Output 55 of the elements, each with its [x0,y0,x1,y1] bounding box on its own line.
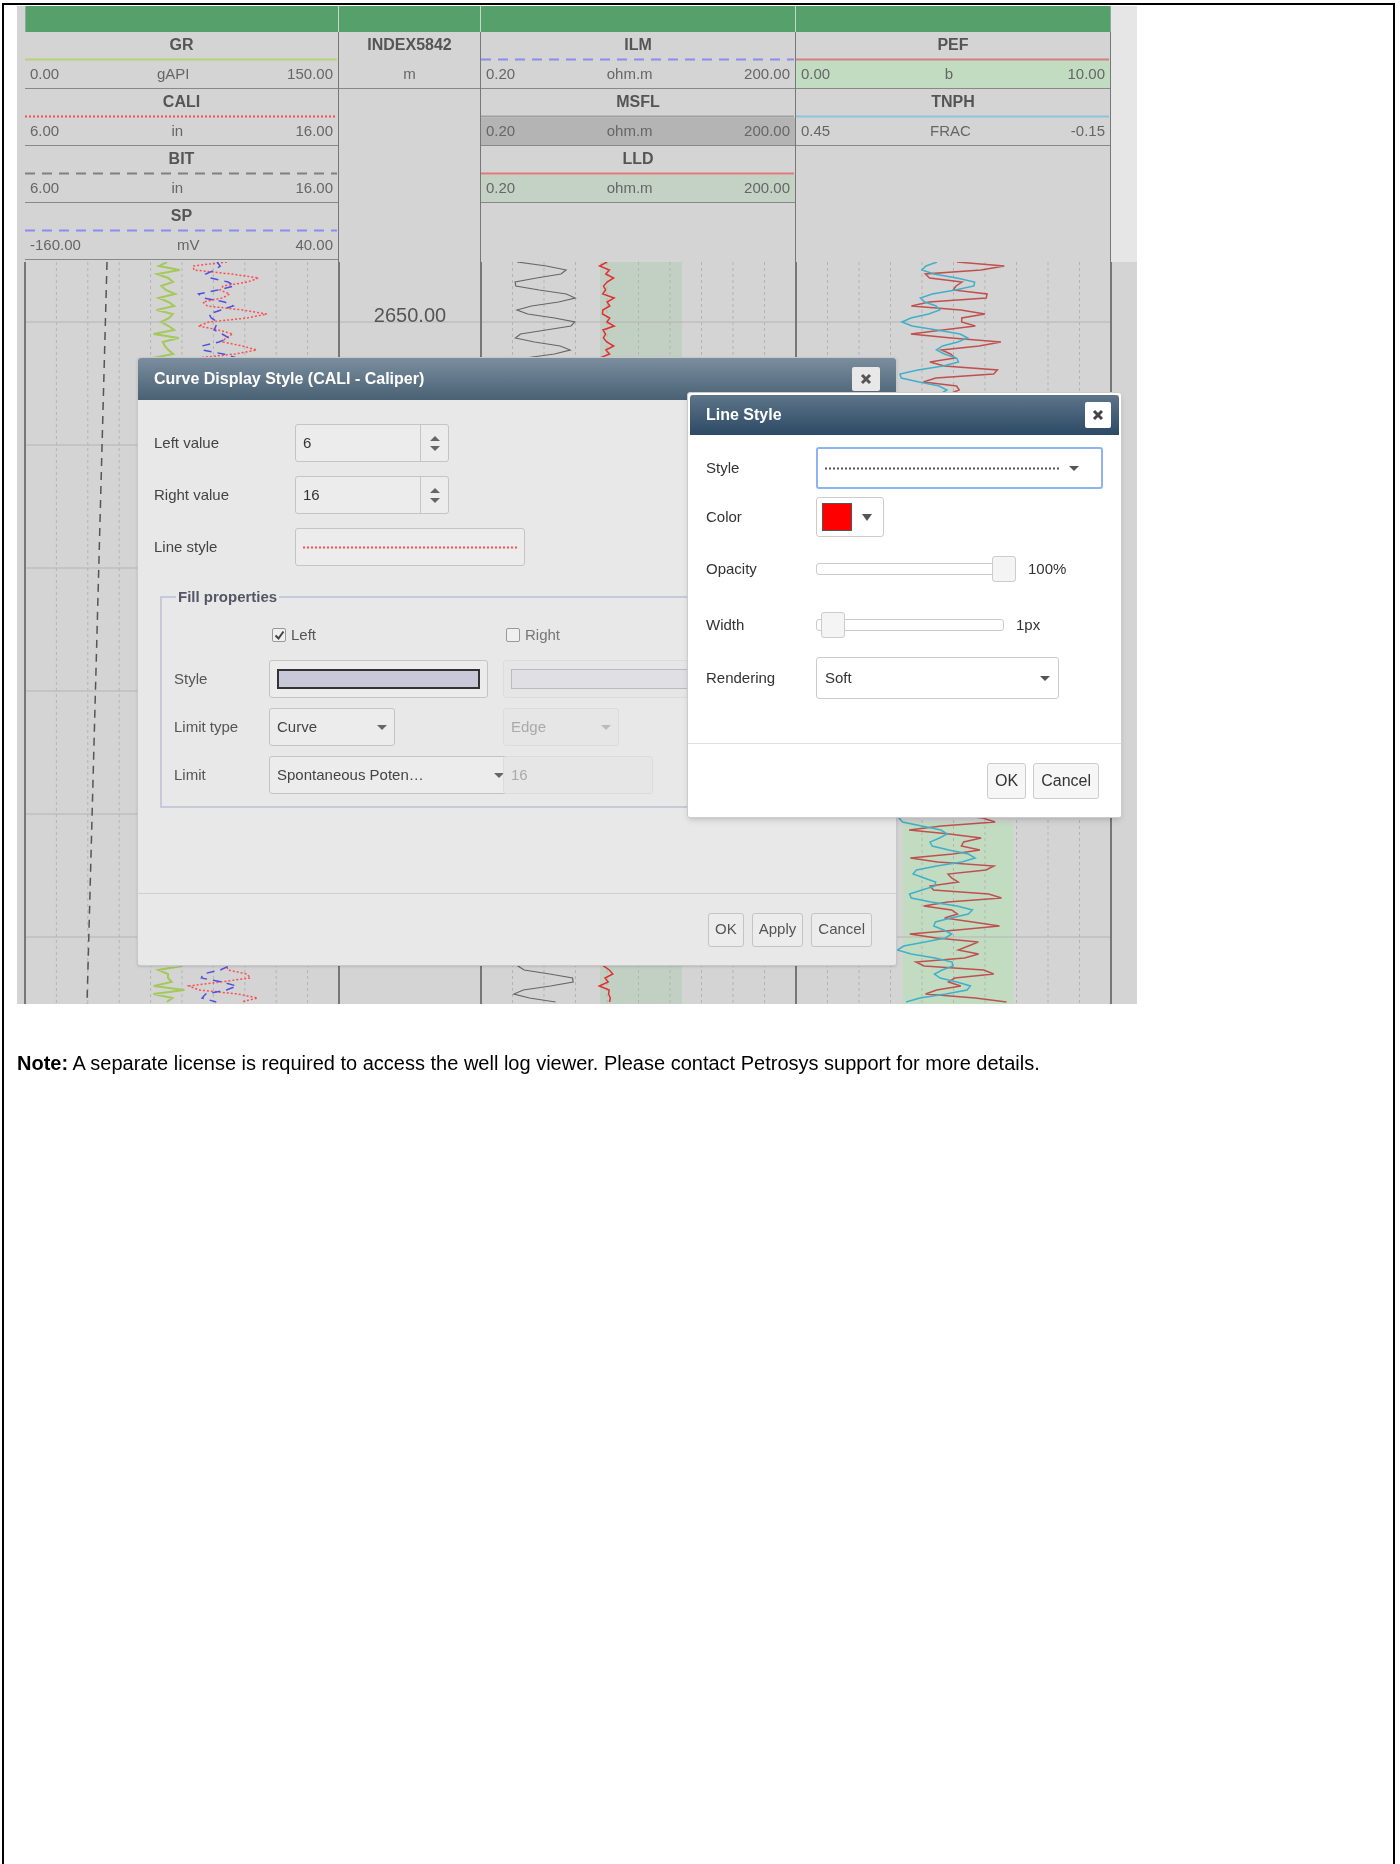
scale-right-value: 10.00 [1067,64,1105,85]
curve-name: CALI [162,92,201,112]
scale-left-value: -160.00 [30,235,81,256]
field-label: Style [174,668,209,689]
curve-name: TNPH [931,92,975,112]
unit-label: m [403,64,416,85]
unit-label: FRAC [930,121,971,142]
scale-left-value: 0.00 [30,64,60,85]
scale-left-value: 6.00 [30,178,60,199]
scale-right-value: 40.00 [295,235,333,256]
slider-value: 100% [1028,558,1067,579]
field-label: Right value [154,484,231,505]
unit-label: ohm.m [606,64,653,85]
field-label: Style [706,457,741,478]
dialog-title: Line Style [706,405,782,425]
scale-left-value: 0.00 [801,64,831,85]
note-text: Note: A separate license is required to access the well log viewer. Please contact Petrosys support for more details. [17,1051,1041,1076]
curve-name: BIT [168,149,195,169]
scale-left-value: 6.00 [30,121,60,142]
curve-name: LLD [622,149,654,169]
scale-left-value: 0.45 [801,121,831,142]
scale-right-value: 16.00 [295,178,333,199]
field-label: Color [706,506,743,527]
scale-left-value: 0.20 [486,178,516,199]
unit-label: ohm.m [606,121,653,142]
field-label: Opacity [706,558,758,579]
curve-name: ILM [624,35,652,55]
scale-left-value: 0.20 [486,121,516,142]
scale-right-value: 200.00 [744,64,790,85]
scale-right-value: 200.00 [744,178,790,199]
curve-name: INDEX5842 [367,35,452,55]
field-label: Line style [154,536,219,557]
unit-label: b [944,64,953,85]
curve-name: SP [170,206,193,226]
field-label: Rendering [706,667,777,688]
unit-label: in [171,178,184,199]
curve-name: PEF [937,35,969,55]
unit-label: in [171,121,184,142]
field-label: Limit [174,764,207,785]
curve-name: GR [169,35,194,55]
scale-right-value: 16.00 [295,121,333,142]
scale-right-value: 150.00 [287,64,333,85]
unit-label: ohm.m [606,178,653,199]
field-label: Left value [154,432,221,453]
scale-right-value: -0.15 [1070,121,1105,142]
field-label: Limit type [174,716,240,737]
unit-label: gAPI [156,64,190,85]
scale-right-value: 200.00 [744,121,790,142]
curve-name: MSFL [616,92,660,112]
depth-label: 2650.00 [372,303,448,328]
field-label: Width [706,614,746,635]
dialog-title: Curve Display Style (CALI - Caliper) [154,369,425,389]
scale-left-value: 0.20 [486,64,516,85]
slider-value: 1px [1016,614,1041,635]
unit-label: mV [176,235,200,256]
